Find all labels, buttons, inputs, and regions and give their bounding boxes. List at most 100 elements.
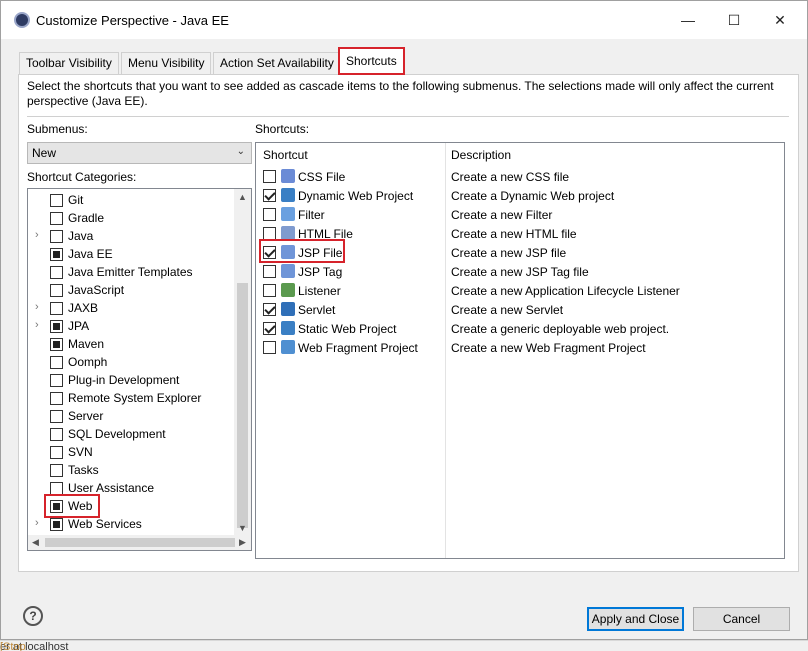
tab-menu-visibility[interactable]: Menu Visibility (121, 52, 212, 74)
category-checkbox[interactable] (50, 410, 63, 423)
category-item[interactable]: Java EE (28, 245, 234, 263)
tree-vertical-thumb[interactable] (237, 283, 248, 528)
shortcut-row[interactable]: Web Fragment Project Create a new Web Fra… (256, 338, 784, 357)
tab-action-set-availability[interactable]: Action Set Availability (213, 52, 341, 74)
category-checkbox[interactable] (50, 230, 63, 243)
category-item[interactable]: › JAXB (28, 299, 234, 317)
scroll-left-icon[interactable]: ◀ (32, 537, 39, 548)
help-icon[interactable]: ? (23, 606, 43, 626)
category-item[interactable]: SVN (28, 443, 234, 461)
shortcut-row[interactable]: Servlet Create a new Servlet (256, 300, 784, 319)
highlight-box (259, 239, 345, 263)
category-checkbox[interactable] (50, 266, 63, 279)
category-checkbox[interactable] (50, 212, 63, 225)
tab-shortcuts[interactable]: Shortcuts (338, 47, 405, 75)
shortcut-checkbox[interactable] (263, 208, 276, 221)
css-file-icon (281, 169, 295, 183)
shortcuts-table[interactable]: Shortcut Description CSS File Create a ne… (255, 142, 785, 559)
shortcut-name: Filter (298, 208, 325, 222)
categories-tree[interactable]: Git Gradle › Java Java EE Java Emitter Templa… (27, 188, 252, 551)
shortcut-row[interactable]: Dynamic Web Project Create a Dynamic Web … (256, 186, 784, 205)
cancel-button[interactable]: Cancel (693, 607, 790, 631)
category-checkbox[interactable] (50, 446, 63, 459)
category-item[interactable]: Java Emitter Templates (28, 263, 234, 281)
category-label: JAXB (68, 301, 99, 315)
minimize-button[interactable]: — (665, 1, 711, 39)
shortcut-description: Create a generic deployable web project. (451, 322, 670, 336)
chevron-right-icon[interactable]: › (35, 319, 39, 331)
shortcut-checkbox[interactable] (263, 341, 276, 354)
window-title: Customize Perspective - Java EE (36, 13, 229, 28)
shortcut-row[interactable]: CSS File Create a new CSS file (256, 167, 784, 186)
shortcut-name: Web Fragment Project (298, 341, 418, 355)
category-item[interactable]: Maven (28, 335, 234, 353)
shortcut-row[interactable]: Static Web Project Create a generic deplo… (256, 319, 784, 338)
category-checkbox[interactable] (50, 374, 63, 387)
maximize-button[interactable]: ☐ (711, 1, 757, 39)
submenus-label: Submenus: (27, 122, 88, 136)
chevron-right-icon[interactable]: › (35, 229, 39, 241)
category-item[interactable]: › JPA (28, 317, 234, 335)
shortcut-checkbox[interactable] (263, 189, 276, 202)
html-file-icon (281, 226, 295, 240)
category-checkbox[interactable] (50, 194, 63, 207)
shortcut-checkbox[interactable] (263, 284, 276, 297)
description-text: Select the shortcuts that you want to se… (27, 79, 774, 108)
category-checkbox[interactable] (50, 464, 63, 477)
category-label: Java Emitter Templates (68, 265, 193, 279)
category-checkbox[interactable] (50, 356, 63, 369)
category-label: Server (68, 409, 104, 423)
category-checkbox[interactable] (50, 320, 63, 333)
category-checkbox[interactable] (50, 518, 63, 531)
shortcut-row[interactable]: Listener Create a new Application Lifecyc… (256, 281, 784, 300)
category-checkbox[interactable] (50, 284, 63, 297)
category-item[interactable]: › Web Services (28, 515, 234, 533)
category-label: SQL Development (68, 427, 166, 441)
shortcut-checkbox[interactable] (263, 322, 276, 335)
category-item[interactable]: Gradle (28, 209, 234, 227)
tree-horizontal-scrollbar[interactable]: ◀ ▶ (28, 535, 251, 550)
close-button[interactable]: ✕ (757, 1, 803, 39)
chevron-right-icon[interactable]: › (35, 301, 39, 313)
category-checkbox[interactable] (50, 248, 63, 261)
submenus-combo[interactable]: New ⌄ (27, 142, 252, 164)
category-item[interactable]: SQL Development (28, 425, 234, 443)
category-item[interactable]: Plug-in Development (28, 371, 234, 389)
category-checkbox[interactable] (50, 302, 63, 315)
shortcut-row[interactable]: JSP Tag Create a new JSP Tag file (256, 262, 784, 281)
scroll-down-icon[interactable]: ▼ (238, 523, 247, 533)
category-item[interactable]: Remote System Explorer (28, 389, 234, 407)
column-header-description[interactable]: Description (451, 148, 511, 162)
tree-horizontal-thumb[interactable] (45, 538, 235, 547)
category-item[interactable]: Oomph (28, 353, 234, 371)
category-item[interactable]: › Java (28, 227, 234, 245)
column-header-shortcut[interactable]: Shortcut (263, 148, 308, 162)
scroll-right-icon[interactable]: ▶ (239, 537, 246, 548)
title-bar: Customize Perspective - Java EE — ☐ ✕ (1, 1, 807, 39)
category-item[interactable]: Server (28, 407, 234, 425)
category-label: Oomph (68, 355, 108, 369)
apply-and-close-button[interactable]: Apply and Close (587, 607, 684, 631)
shortcut-checkbox[interactable] (263, 303, 276, 316)
category-label: Remote System Explorer (68, 391, 202, 405)
shortcut-description: Create a new Web Fragment Project (451, 341, 646, 355)
tree-vertical-scrollbar[interactable]: ▲ ▼ (234, 189, 251, 535)
category-item[interactable]: JavaScript (28, 281, 234, 299)
shortcut-row[interactable]: Filter Create a new Filter (256, 205, 784, 224)
category-checkbox[interactable] (50, 428, 63, 441)
category-label: User Assistance (68, 481, 155, 495)
customize-perspective-dialog: Customize Perspective - Java EE — ☐ ✕ To… (0, 0, 808, 640)
category-item[interactable]: Tasks (28, 461, 234, 479)
chevron-right-icon[interactable]: › (35, 517, 39, 529)
static-web-project-icon (281, 321, 295, 335)
category-checkbox[interactable] (50, 392, 63, 405)
tab-toolbar-visibility[interactable]: Toolbar Visibility (19, 52, 119, 74)
category-checkbox[interactable] (50, 338, 63, 351)
category-label: Tasks (68, 463, 99, 477)
shortcut-checkbox[interactable] (263, 265, 276, 278)
category-label: Git (68, 193, 84, 207)
scroll-up-icon[interactable]: ▲ (238, 192, 247, 202)
shortcut-checkbox[interactable] (263, 170, 276, 183)
category-label: Web Services (68, 517, 142, 531)
category-item[interactable]: Git (28, 191, 234, 209)
